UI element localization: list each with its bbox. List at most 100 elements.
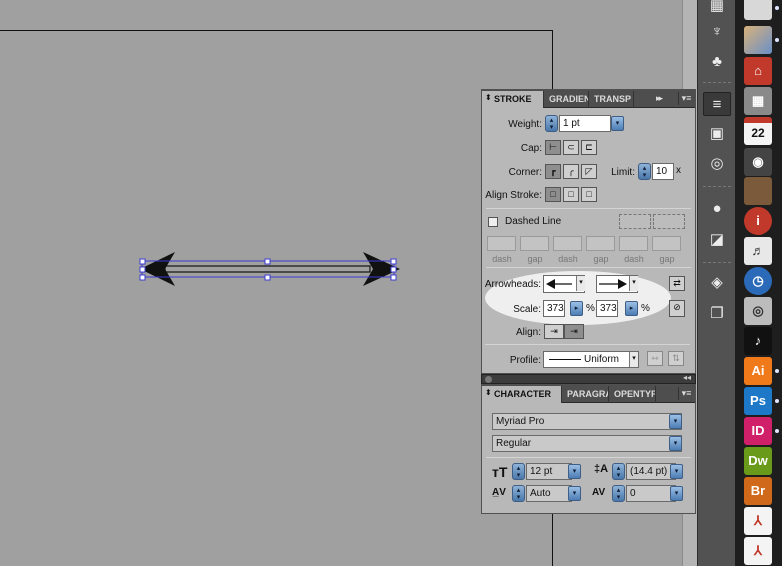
clubs-symbol-icon[interactable]: ♣	[703, 50, 731, 74]
running-indicator	[775, 6, 779, 10]
transparency-circles-icon[interactable]: ◎	[703, 152, 731, 176]
handle-tl	[139, 258, 146, 265]
stroke-panel-arrow-controls: Arrowheads: ▾ ▾ ⇄ Scale: 373 ▸ % 373 ▸ %…	[481, 89, 696, 374]
font-size-icon: ᴛT	[492, 464, 508, 480]
disk-utility-app-icon[interactable]: ◎	[744, 297, 772, 325]
leading-field[interactable]: (14.4 pt)	[626, 463, 676, 480]
font-family-select[interactable]: Myriad Pro	[492, 413, 682, 430]
end-scale-dropdown[interactable]: ▸	[625, 301, 638, 316]
uniform-profile-icon	[549, 359, 581, 360]
swatches-grid-icon[interactable]: ▦	[703, 0, 731, 18]
artboard-edge	[0, 30, 553, 566]
br-app-icon[interactable]: Br	[744, 477, 772, 505]
font-size-stepper[interactable]: ▴ ▾	[512, 463, 525, 480]
ps-app-icon[interactable]: Ps	[744, 387, 772, 415]
character-panel-tabbar: ⬍ CHARACTER PARAGRA OPENTYP ▾≡	[482, 385, 695, 403]
font-size-dropdown[interactable]: ▾	[568, 464, 581, 479]
running-indicator	[775, 369, 779, 373]
collapse-icon[interactable]: ⬍	[485, 93, 492, 102]
close-circle-icon[interactable]	[485, 376, 492, 383]
start-scale-dropdown[interactable]: ▸	[570, 301, 583, 316]
leading-stepper[interactable]: ▴ ▾	[612, 463, 625, 480]
font-size-field[interactable]: 12 pt	[526, 463, 572, 480]
arrowheads-label: Arrowheads:	[484, 279, 541, 290]
home-app-icon[interactable]: ⌂	[744, 57, 772, 85]
tracking-field[interactable]: 0	[626, 485, 676, 502]
calculator-app-icon[interactable]: ▦	[744, 87, 772, 115]
appearance-circle-icon[interactable]: ●	[703, 197, 731, 221]
handle-bm	[264, 274, 271, 281]
end-scale-unit: %	[641, 303, 650, 314]
kerning-stepper[interactable]: ▴ ▾	[512, 485, 525, 502]
id-app-icon[interactable]: ID	[744, 417, 772, 445]
stroke-lines-icon[interactable]: ≡	[703, 92, 731, 116]
tracking-icon: AV	[592, 487, 606, 498]
flip-across-button[interactable]: ⇅	[668, 351, 684, 366]
handle-tm	[264, 258, 271, 265]
end-arrowhead-dropdown[interactable]: ▾	[629, 276, 638, 291]
divider	[703, 186, 731, 187]
handle-tr	[390, 258, 397, 265]
ai-app-icon[interactable]: Ai	[744, 357, 772, 385]
extend-arrow-tip-button[interactable]: ⇥	[544, 324, 564, 339]
panel-menu-icon[interactable]: ▾≡	[678, 387, 694, 400]
panel-icon-strip: ▦ ♆ ♣ ≡ ▣ ◎ ● ◪ ◈ ❐	[697, 0, 735, 566]
tracking-dropdown[interactable]: ▾	[670, 486, 683, 501]
tab-paragraph[interactable]: PARAGRA	[563, 386, 609, 403]
align-label: Align:	[515, 327, 541, 338]
contacts-app-icon[interactable]	[744, 177, 772, 205]
collapse-arrows-icon[interactable]: ◂◂	[683, 373, 691, 382]
divider	[486, 457, 691, 458]
reader-app-icon[interactable]: ⅄	[744, 537, 772, 565]
dw-app-icon[interactable]: Dw	[744, 447, 772, 475]
panel-dock-splitter[interactable]: ◂◂	[481, 373, 696, 384]
start-scale-unit: %	[586, 303, 595, 314]
handle-mr	[390, 266, 397, 273]
font-family-dropdown[interactable]: ▾	[669, 414, 682, 429]
artboards-icon[interactable]: ❐	[703, 302, 731, 326]
symbols-icon[interactable]: ♆	[703, 20, 731, 44]
start-scale-field[interactable]: 373	[543, 300, 565, 317]
divider	[703, 262, 731, 263]
divider	[703, 82, 731, 83]
tracking-stepper[interactable]: ▴ ▾	[612, 485, 625, 502]
clock-app-icon[interactable]: ◷	[744, 267, 772, 295]
end-scale-field[interactable]: 373	[596, 300, 618, 317]
tab-opentype[interactable]: OPENTYP	[610, 386, 656, 403]
font-style-select[interactable]: Regular	[492, 435, 682, 452]
layers-icon[interactable]: ◈	[703, 271, 731, 295]
profile-label: Profile:	[509, 355, 541, 366]
running-indicator	[775, 399, 779, 403]
camera-app-icon[interactable]: ◉	[744, 148, 772, 176]
swap-arrowheads-button[interactable]: ⇄	[669, 276, 685, 291]
media-app-icon[interactable]: ♪	[744, 327, 772, 355]
kerning-dropdown[interactable]: ▾	[568, 486, 581, 501]
profile-dropdown[interactable]: ▾	[629, 352, 638, 367]
tab-character[interactable]: CHARACTER	[482, 386, 562, 403]
calendar-app-icon[interactable]: 22	[744, 117, 772, 145]
preview-app-icon[interactable]	[744, 0, 772, 20]
selected-arrow-path[interactable]	[135, 252, 405, 292]
application-dock: ⌂ ▦ 22 ◉ i ♬ ◷ ◎ ♪ Ai Ps ID Dw Br ⅄ ⅄	[735, 0, 782, 566]
leading-icon: ‡A	[594, 463, 609, 475]
kerning-icon: A̲V	[492, 487, 506, 498]
font-style-dropdown[interactable]: ▾	[669, 436, 682, 451]
leading-dropdown[interactable]: ▾	[670, 464, 683, 479]
running-indicator	[775, 38, 779, 42]
flip-along-button[interactable]: ⇿	[647, 351, 663, 366]
start-arrowhead-dropdown[interactable]: ▾	[576, 276, 585, 291]
acrobat-app-icon[interactable]: ⅄	[744, 507, 772, 535]
graphic-styles-icon[interactable]: ◪	[703, 228, 731, 252]
collapse-icon[interactable]: ⬍	[485, 388, 492, 397]
info-app-icon[interactable]: i	[744, 207, 772, 235]
link-scale-icon[interactable]: ⊘	[669, 300, 685, 317]
scale-label: Scale:	[513, 304, 541, 315]
divider	[485, 344, 690, 345]
itunes-app-icon[interactable]: ♬	[744, 237, 772, 265]
photos-app-icon[interactable]	[744, 26, 772, 54]
handle-bl	[139, 274, 146, 281]
arrow-left-icon	[546, 279, 572, 289]
place-arrow-tip-button[interactable]: ⇥	[564, 324, 584, 339]
gradient-icon[interactable]: ▣	[703, 122, 731, 146]
kerning-field[interactable]: Auto	[526, 485, 572, 502]
